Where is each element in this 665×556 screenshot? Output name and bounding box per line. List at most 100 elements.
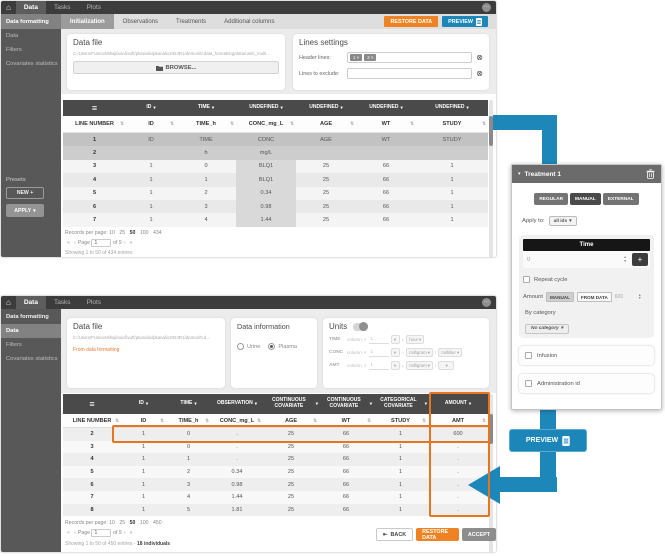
time-factor-select[interactable]: ▾ — [391, 335, 400, 344]
back-button[interactable]: ⇤BACK — [376, 528, 413, 541]
page-size-option[interactable]: 450 — [153, 520, 162, 526]
sort-icon[interactable]: ⇅ — [115, 418, 119, 424]
column-header-amt[interactable]: AMT⇅ — [428, 414, 488, 427]
table-row[interactable]: 1IDTIMECONCAGEWTSTUDY — [63, 133, 488, 146]
column-header-id[interactable]: ID⇅ — [121, 414, 166, 427]
dose-time-input[interactable] — [527, 257, 621, 263]
amount-manual-button[interactable]: MANUAL — [546, 292, 574, 302]
page-number-input[interactable] — [91, 529, 111, 537]
column-header-line-number[interactable]: LINE NUMBER⇅ — [63, 116, 126, 132]
sidebar-item-data-formatting[interactable]: Data formatting — [1, 309, 61, 324]
prev-page-icon[interactable]: ‹ — [74, 240, 76, 246]
sort-icon[interactable]: ⇅ — [257, 418, 261, 424]
manual-mode-button[interactable]: MANUAL — [570, 193, 601, 205]
type-select-observation[interactable]: OBSERVATION▾ — [211, 394, 263, 414]
preview-button[interactable]: PREVIEW — [442, 16, 488, 27]
amount-from-data-button[interactable]: FROM DATA — [577, 292, 612, 302]
column-header-time[interactable]: TIME_h⇅ — [176, 116, 236, 132]
administration-id-checkbox[interactable] — [525, 380, 532, 387]
top-tab-plots[interactable]: Plots — [79, 1, 109, 14]
table-row[interactable]: 210.25661600 — [63, 428, 488, 441]
type-select-time[interactable]: TIME▾ — [176, 100, 236, 116]
sidebar-item-data[interactable]: Data — [1, 324, 61, 338]
sort-icon[interactable]: ⇅ — [367, 418, 371, 424]
table-menu-cell[interactable]: ≡ — [63, 394, 121, 414]
type-select-undefined[interactable]: UNDEFINED▾ — [356, 100, 416, 116]
sort-icon[interactable]: ⇅ — [350, 121, 354, 127]
table-row[interactable]: 7141.4425661 — [63, 213, 488, 226]
browse-button[interactable]: BROWSE... — [73, 61, 279, 74]
conc-factor-input[interactable]: 1 — [369, 349, 389, 357]
sort-icon[interactable]: ⇅ — [160, 418, 164, 424]
table-menu-cell[interactable]: ≡ — [63, 100, 126, 116]
step-down-icon[interactable]: ▾ — [639, 297, 641, 300]
sort-icon[interactable]: ⇅ — [230, 121, 234, 127]
next-page-icon[interactable]: › — [124, 530, 126, 536]
header-line-tag[interactable]: 1 × — [350, 54, 362, 61]
conc-unit-select[interactable]: milligram▾ — [406, 348, 433, 357]
regular-mode-button[interactable]: REGULAR — [534, 193, 568, 205]
last-page-icon[interactable]: » — [129, 530, 132, 536]
table-row[interactable]: 5120.3425661 — [63, 187, 488, 200]
table-row[interactable]: 310.25661. — [63, 441, 488, 454]
table-row[interactable]: 8151.8125661. — [63, 504, 488, 517]
page-size-option[interactable]: 10 — [109, 230, 115, 236]
sort-icon[interactable]: ⇅ — [313, 418, 317, 424]
type-select-time[interactable]: TIME▾ — [166, 394, 211, 414]
next-page-icon[interactable]: › — [124, 240, 126, 246]
column-header-study[interactable]: STUDY⇅ — [416, 116, 488, 132]
table-row[interactable]: 411BLQ125661 — [63, 173, 488, 186]
units-toggle[interactable] — [353, 323, 368, 331]
table-row[interactable]: 310BLQ125661 — [63, 160, 488, 173]
tab-observations[interactable]: Observations — [114, 14, 167, 29]
column-header-time[interactable]: TIME_h⇅ — [166, 414, 211, 427]
external-mode-button[interactable]: EXTERNAL — [603, 193, 639, 205]
step-down-icon[interactable]: ▾ — [624, 260, 626, 263]
page-size-option[interactable]: 25 — [119, 520, 125, 526]
column-header-conc[interactable]: CONC_mg_L⇅ — [236, 116, 296, 132]
table-row[interactable]: 2hmg/L — [63, 146, 488, 159]
home-icon[interactable]: ⌂ — [1, 1, 16, 14]
table-row[interactable]: 411.25661. — [63, 453, 488, 466]
sort-icon[interactable]: ⇅ — [482, 418, 486, 424]
add-time-button[interactable]: + — [632, 253, 648, 266]
sort-icon[interactable]: ⇅ — [482, 121, 486, 127]
sidebar-item-filters[interactable]: Filters — [1, 338, 61, 352]
prev-page-icon[interactable]: ‹ — [74, 530, 76, 536]
header-lines-input[interactable]: 1 × 2 × — [347, 52, 472, 63]
restore-data-button[interactable]: RESTORE DATA — [384, 16, 438, 27]
type-select-categorical-covariate[interactable]: CATEGORICAL COVARIATE▾ — [373, 394, 428, 414]
urine-radio[interactable] — [237, 343, 244, 350]
last-page-icon[interactable]: » — [129, 240, 132, 246]
page-size-option-selected[interactable]: 50 — [130, 230, 136, 236]
sidebar-item-covariates-statistics[interactable]: Covariates statistics — [1, 352, 61, 366]
page-size-option[interactable]: 10 — [109, 520, 115, 526]
column-header-wt[interactable]: WT⇅ — [356, 116, 416, 132]
sort-icon[interactable]: ⇅ — [422, 418, 426, 424]
collapse-caret-icon[interactable]: ▾ — [518, 171, 521, 177]
sidebar-item-covariates-statistics[interactable]: Covariates statistics — [1, 57, 61, 71]
type-select-id[interactable]: ID▾ — [126, 100, 176, 116]
type-select-continuous-covariate[interactable]: CONTINUOUS COVARIATE▾ — [263, 394, 319, 414]
conc-per-unit-select[interactable]: milliliter▾ — [438, 348, 462, 357]
column-header-id[interactable]: ID⇅ — [126, 116, 176, 132]
type-select-undefined[interactable]: UNDEFINED▾ — [416, 100, 488, 116]
conc-factor-select[interactable]: ▾ — [391, 348, 400, 357]
sort-icon[interactable]: ⇅ — [410, 121, 414, 127]
type-select-amount[interactable]: AMOUNT▾ — [428, 394, 488, 414]
home-icon[interactable]: ⌂ — [1, 296, 16, 309]
column-header-wt[interactable]: WT⇅ — [319, 414, 373, 427]
tab-initialization[interactable]: Initialization — [61, 14, 114, 29]
clear-icon[interactable]: ⊗ — [476, 70, 483, 78]
tab-treatments[interactable]: Treatments — [167, 14, 215, 29]
table-row[interactable]: 5120.3425661. — [63, 466, 488, 479]
header-line-tag[interactable]: 2 × — [364, 54, 376, 61]
sort-icon[interactable]: ⇅ — [205, 418, 209, 424]
plasma-radio[interactable] — [268, 343, 275, 350]
column-header-age[interactable]: AGE⇅ — [263, 414, 319, 427]
stepper-icon[interactable]: ▴▾ — [639, 294, 641, 301]
scrollbar-thumb[interactable] — [489, 414, 493, 444]
stepper-icon[interactable]: ▴▾ — [624, 256, 626, 263]
amt-unit-select[interactable]: milligram▾ — [406, 361, 433, 370]
tab-additional-columns[interactable]: Additional columns — [215, 14, 283, 29]
